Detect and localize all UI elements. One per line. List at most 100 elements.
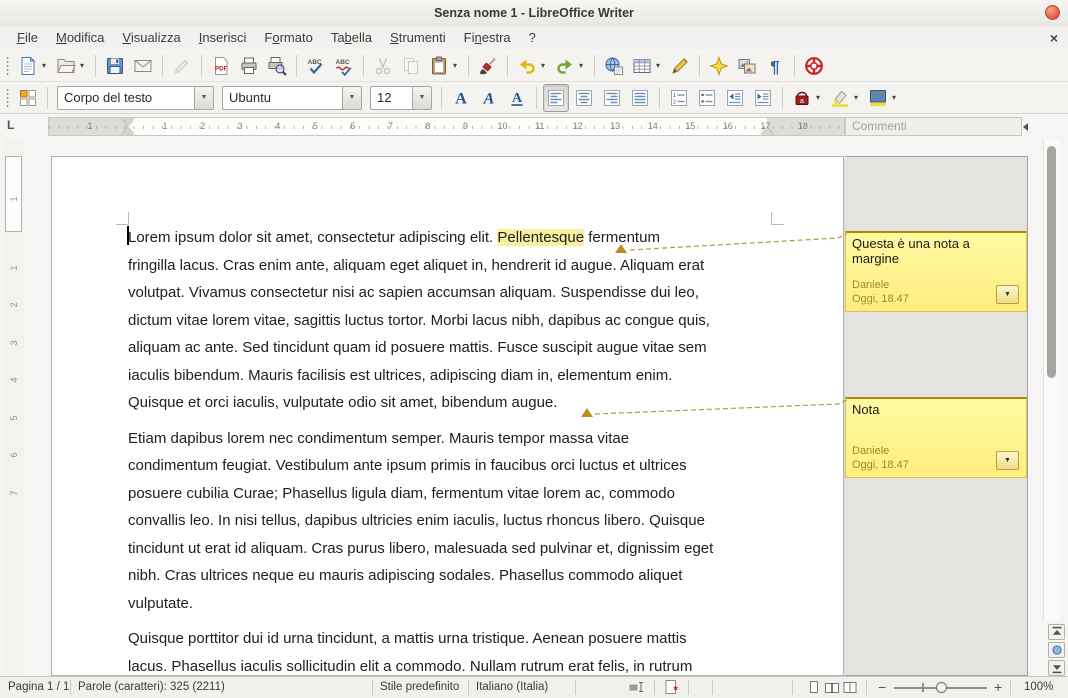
toolbar-grip[interactable] — [6, 56, 9, 76]
auto-spellcheck-button[interactable]: ABC — [331, 52, 357, 80]
document-text[interactable]: Lorem ipsum dolor sit amet, consectetur … — [128, 224, 773, 676]
dropdown-caret-icon[interactable]: ▾ — [890, 93, 898, 102]
sidebar-toggle-button[interactable] — [15, 84, 41, 112]
toolbar-grip[interactable] — [6, 88, 9, 108]
menu-item-finestra[interactable]: Finestra — [455, 26, 520, 50]
dropdown-caret-icon[interactable]: ▾ — [451, 61, 459, 70]
dropdown-caret-icon[interactable]: ▾ — [654, 61, 662, 70]
page-preview-button[interactable] — [264, 52, 290, 80]
close-document-button[interactable]: × — [1050, 26, 1058, 50]
menu-item-file[interactable]: File — [8, 26, 47, 50]
align-center-button[interactable] — [571, 84, 597, 112]
comment-text[interactable]: Nota — [846, 399, 1026, 420]
align-left-button[interactable] — [543, 84, 569, 112]
clone-formatting-button[interactable] — [475, 52, 501, 80]
zoom-slider-thumb[interactable] — [936, 682, 947, 693]
vertical-scrollbar-thumb[interactable] — [1047, 146, 1056, 378]
comments-collapse-arrow-icon[interactable] — [1023, 123, 1028, 131]
highlighting-button[interactable]: ▾ — [827, 84, 863, 112]
menu-item-strumenti[interactable]: Strumenti — [381, 26, 455, 50]
undo-button[interactable]: ▾ — [514, 52, 550, 80]
menu-item-formato[interactable]: Formato — [255, 26, 321, 50]
tab-stop-selector-icon[interactable]: L — [7, 118, 21, 132]
table-button[interactable]: ▾ — [629, 52, 665, 80]
comment-anchor-icon[interactable] — [615, 244, 627, 253]
zoom-out-button[interactable]: − — [878, 677, 886, 698]
menu-item-modifica[interactable]: Modifica — [47, 26, 113, 50]
right-indent-marker[interactable] — [761, 127, 773, 135]
menu-item-visualizza[interactable]: Visualizza — [113, 26, 189, 50]
comments-ruler-button[interactable]: Commenti — [845, 117, 1022, 136]
menu-item-tabella[interactable]: Tabella — [322, 26, 381, 50]
comment-menu-button[interactable]: ▼ — [996, 451, 1019, 470]
spelling-button[interactable]: ABC — [303, 52, 329, 80]
document-page[interactable]: Lorem ipsum dolor sit amet, consectetur … — [51, 156, 844, 676]
dropdown-caret-icon[interactable]: ▾ — [577, 61, 585, 70]
comment-anchor-highlight[interactable]: Pellentesque — [497, 229, 584, 246]
ordered-list-button[interactable]: 12 — [666, 84, 692, 112]
font-name-value[interactable]: Ubuntu — [223, 87, 342, 109]
word-count-field[interactable]: Parole (caratteri): 325 (2211) — [78, 677, 225, 698]
paragraph-style-value[interactable]: Corpo del testo — [58, 87, 194, 109]
menu-item-inserisci[interactable]: Inserisci — [190, 26, 256, 50]
paragraph-style-combo[interactable]: Corpo del testo ▼ — [57, 86, 214, 110]
formatting-marks-button[interactable]: ¶ — [762, 52, 788, 80]
unordered-list-button[interactable] — [694, 84, 720, 112]
single-page-view-icon[interactable] — [806, 679, 822, 695]
book-view-icon[interactable] — [842, 679, 858, 695]
open-button[interactable]: ▾ — [53, 52, 89, 80]
dropdown-caret-icon[interactable]: ▾ — [78, 61, 86, 70]
email-document-button[interactable] — [130, 52, 156, 80]
help-button[interactable] — [801, 52, 827, 80]
menu-item-help[interactable]: ? — [520, 26, 545, 50]
insert-mode-icon[interactable] — [628, 679, 644, 695]
font-size-value[interactable]: 12 — [371, 87, 412, 109]
font-size-combo[interactable]: 12 ▼ — [370, 86, 432, 110]
zoom-level-field[interactable]: 100% — [1024, 677, 1053, 698]
previous-page-button[interactable] — [1048, 624, 1065, 640]
document-modified-icon[interactable]: * — [663, 679, 679, 695]
increase-indent-button[interactable] — [750, 84, 776, 112]
combo-dropdown-icon[interactable]: ▼ — [412, 87, 431, 109]
combo-dropdown-icon[interactable]: ▼ — [342, 87, 361, 109]
margin-comment[interactable]: Questa è una nota a margine Daniele Oggi… — [845, 231, 1027, 312]
italic-button[interactable]: A — [476, 84, 502, 112]
dropdown-caret-icon[interactable]: ▾ — [814, 93, 822, 102]
first-line-indent-marker[interactable] — [122, 118, 134, 126]
zoom-in-button[interactable]: + — [994, 677, 1002, 698]
dropdown-caret-icon[interactable]: ▾ — [539, 61, 547, 70]
underline-button[interactable]: A — [504, 84, 530, 112]
font-color-button[interactable]: a▾ — [789, 84, 825, 112]
page-style-field[interactable]: Stile predefinito — [380, 677, 459, 698]
margin-comment[interactable]: Nota Daniele Oggi, 18.47 ▼ — [845, 397, 1027, 478]
align-right-button[interactable] — [599, 84, 625, 112]
window-close-button[interactable] — [1045, 5, 1060, 20]
dropdown-caret-icon[interactable]: ▾ — [852, 93, 860, 102]
navigation-button[interactable] — [1048, 642, 1065, 658]
comment-text[interactable]: Questa è una nota a margine — [846, 233, 1026, 269]
navigator-button[interactable] — [706, 52, 732, 80]
save-button[interactable] — [102, 52, 128, 80]
comment-anchor-icon[interactable] — [581, 408, 593, 417]
new-document-button[interactable]: ▾ — [15, 52, 51, 80]
gallery-button[interactable] — [734, 52, 760, 80]
dropdown-caret-icon[interactable]: ▾ — [40, 61, 48, 70]
left-indent-marker[interactable] — [122, 127, 134, 135]
next-page-button[interactable] — [1048, 660, 1065, 676]
page-number-field[interactable]: Pagina 1 / 1 — [8, 677, 69, 698]
decrease-indent-button[interactable] — [722, 84, 748, 112]
justify-button[interactable] — [627, 84, 653, 112]
draw-functions-button[interactable] — [667, 52, 693, 80]
combo-dropdown-icon[interactable]: ▼ — [194, 87, 213, 109]
comment-menu-button[interactable]: ▼ — [996, 285, 1019, 304]
multi-page-view-icon[interactable] — [824, 679, 840, 695]
bold-button[interactable]: A — [448, 84, 474, 112]
font-name-combo[interactable]: Ubuntu ▼ — [222, 86, 362, 110]
paragraph-background-button[interactable]: ▾ — [865, 84, 901, 112]
print-button[interactable] — [236, 52, 262, 80]
redo-button[interactable]: ▾ — [552, 52, 588, 80]
language-field[interactable]: Italiano (Italia) — [476, 677, 548, 698]
hyperlink-button[interactable] — [601, 52, 627, 80]
horizontal-ruler[interactable]: 1123456789101112131415161718 — [48, 117, 845, 136]
paste-button[interactable]: ▾ — [426, 52, 462, 80]
